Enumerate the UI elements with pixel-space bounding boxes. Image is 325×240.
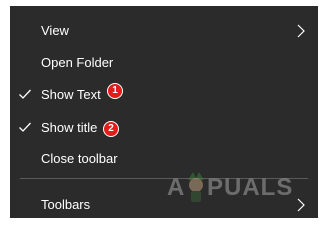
menu-item-label: Show Text bbox=[41, 87, 101, 102]
menu-item-open-folder[interactable]: Open Folder bbox=[10, 47, 318, 77]
menu-item-label: Close toolbar bbox=[41, 151, 118, 166]
chevron-right-icon bbox=[297, 198, 305, 212]
menu-item-label: Toolbars bbox=[41, 197, 91, 212]
checkmark-icon bbox=[19, 89, 31, 99]
menu-item-close-toolbar[interactable]: Close toolbar bbox=[10, 143, 318, 173]
menu-item-view[interactable]: View bbox=[10, 15, 318, 45]
context-menu: View Open Folder Show Text Show title Cl… bbox=[10, 6, 318, 218]
menu-item-show-title[interactable]: Show title bbox=[10, 112, 318, 142]
menu-item-label: View bbox=[41, 23, 69, 38]
chevron-right-icon bbox=[297, 24, 305, 38]
annotation-badge-2: 2 bbox=[103, 121, 119, 137]
menu-item-label: Show title bbox=[41, 120, 98, 135]
annotation-badge-1: 1 bbox=[107, 83, 123, 99]
menu-item-toolbars[interactable]: Toolbars bbox=[10, 189, 318, 219]
menu-item-label: Open Folder bbox=[41, 55, 114, 70]
checkmark-icon bbox=[19, 122, 31, 132]
menu-item-show-text[interactable]: Show Text bbox=[10, 79, 318, 109]
